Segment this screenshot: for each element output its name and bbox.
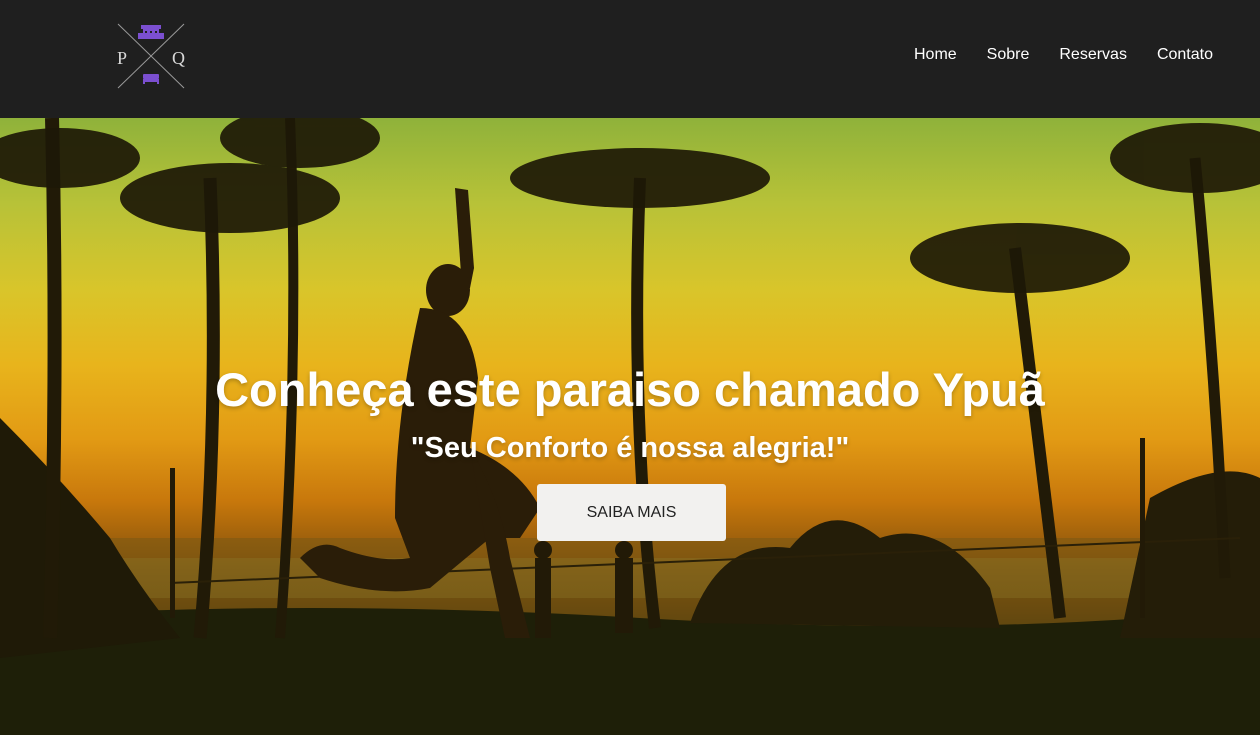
top-navbar: P Q Home Sobre Reservas Contato: [0, 0, 1260, 118]
nav-reservas[interactable]: Reservas: [1059, 46, 1127, 64]
hero-section: Conheça este paraiso chamado Ypuã "Seu C…: [0, 118, 1260, 735]
hero-title: Conheça este paraiso chamado Ypuã: [215, 363, 1045, 416]
main-nav: Home Sobre Reservas Contato: [914, 46, 1213, 64]
saiba-mais-button[interactable]: SAIBA MAIS: [537, 484, 726, 541]
logo-letter-p: P: [117, 48, 128, 68]
bed-icon: [143, 74, 159, 84]
site-logo[interactable]: P Q: [116, 22, 186, 90]
hotel-building-icon: [138, 25, 164, 39]
hero-subtitle: "Seu Conforto é nossa alegria!": [410, 432, 850, 464]
nav-sobre[interactable]: Sobre: [987, 46, 1030, 64]
nav-home[interactable]: Home: [914, 46, 957, 64]
logo-letter-q: Q: [172, 48, 185, 68]
hero-content: Conheça este paraiso chamado Ypuã "Seu C…: [0, 118, 1260, 735]
nav-contato[interactable]: Contato: [1157, 46, 1213, 64]
